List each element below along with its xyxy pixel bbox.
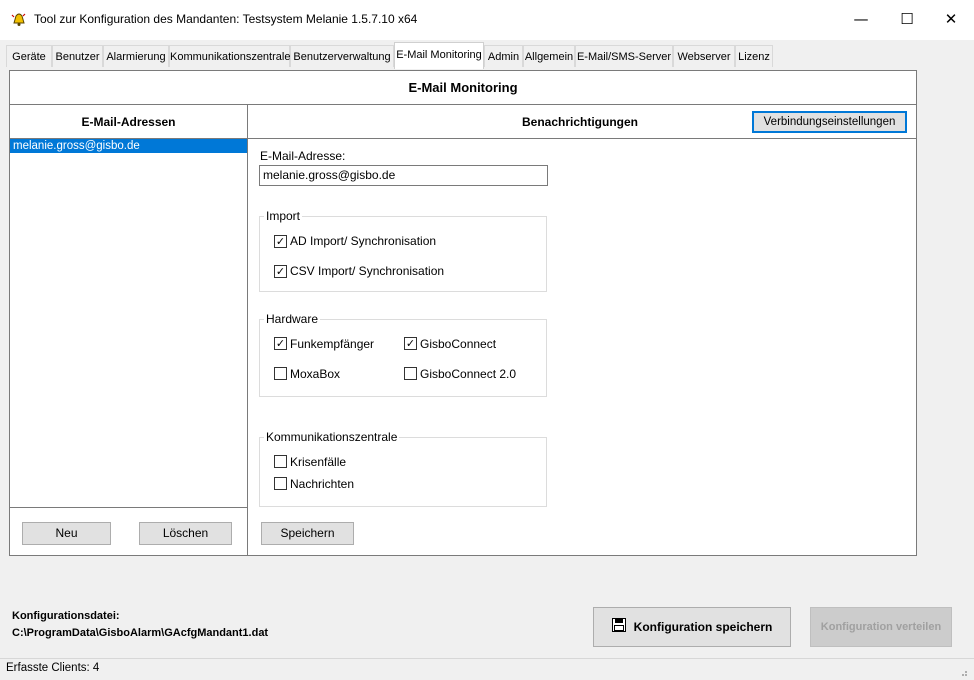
kommunikation-group	[259, 437, 547, 507]
close-button[interactable]: ✕	[928, 4, 974, 36]
window-title: Tool zur Konfiguration des Mandanten: Te…	[34, 12, 418, 26]
gisboconnect-checkbox[interactable]: ✓	[404, 337, 417, 350]
divider	[248, 138, 916, 139]
resize-grip-icon[interactable]	[958, 666, 968, 676]
krisenfaelle-label: Krisenfälle	[290, 455, 347, 469]
tab-email-monitoring[interactable]: E-Mail Monitoring	[394, 42, 484, 69]
ad-import-checkbox[interactable]: ✓	[274, 235, 287, 248]
hardware-group-title: Hardware	[264, 312, 321, 326]
gisboconnect2-label: GisboConnect 2.0	[420, 367, 517, 381]
tab-allgemein[interactable]: Allgemein	[523, 45, 575, 67]
bell-icon	[10, 10, 28, 28]
tab-webserver[interactable]: Webserver	[673, 45, 735, 67]
kommunikation-group-title: Kommunikationszentrale	[264, 430, 400, 444]
distribute-configuration-button[interactable]: Konfiguration verteilen	[810, 607, 952, 647]
funkempfaenger-label: Funkempfänger	[290, 337, 375, 351]
delete-button[interactable]: Löschen	[139, 522, 232, 545]
tab-admin[interactable]: Admin	[484, 45, 523, 67]
funkempfaenger-checkbox[interactable]: ✓	[274, 337, 287, 350]
csv-import-checkbox[interactable]: ✓	[274, 265, 287, 278]
list-item[interactable]: melanie.gross@gisbo.de	[10, 139, 247, 153]
tab-benutzer[interactable]: Benutzer	[52, 45, 103, 67]
status-bar	[0, 658, 974, 680]
connection-settings-button[interactable]: Verbindungseinstellungen	[752, 111, 907, 133]
minimize-button[interactable]: —	[838, 4, 884, 36]
krisenfaelle-checkbox[interactable]	[274, 455, 287, 468]
save-configuration-label: Konfiguration speichern	[633, 620, 773, 634]
save-configuration-button[interactable]: Konfiguration speichern	[593, 607, 791, 647]
divider	[10, 507, 247, 508]
ad-import-label: AD Import/ Synchronisation	[290, 234, 437, 248]
nachrichten-checkbox[interactable]	[274, 477, 287, 490]
save-button[interactable]: Speichern	[261, 522, 354, 545]
notifications-header: Benachrichtigungen	[521, 115, 638, 129]
import-group-title: Import	[264, 209, 303, 223]
tab-strip: Geräte Benutzer Alarmierung Kommunikatio…	[0, 40, 974, 71]
email-address-input[interactable]: melanie.gross@gisbo.de	[259, 165, 548, 186]
tab-lizenz[interactable]: Lizenz	[735, 45, 773, 67]
moxabox-checkbox[interactable]	[274, 367, 287, 380]
tab-kommunikationszentrale[interactable]: Kommunikationszentrale	[169, 45, 290, 67]
panel-title: E-Mail Monitoring	[10, 72, 916, 104]
tab-email-sms-server[interactable]: E-Mail/SMS-Server	[575, 45, 673, 67]
config-file-label: Konfigurationsdatei:	[12, 610, 120, 622]
csv-import-label: CSV Import/ Synchronisation	[290, 264, 445, 278]
tab-alarmierung[interactable]: Alarmierung	[103, 45, 169, 67]
floppy-disk-icon	[611, 609, 626, 647]
maximize-button[interactable]: ☐	[884, 4, 930, 36]
tab-benutzerverwaltung[interactable]: Benutzerverwaltung	[290, 45, 394, 67]
email-address-label: E-Mail-Adresse:	[260, 149, 346, 163]
email-list-header: E-Mail-Adressen	[81, 115, 176, 129]
config-file-path: C:\ProgramData\GisboAlarm\GAcfgMandant1.…	[12, 627, 269, 639]
divider	[247, 105, 248, 556]
tab-geraete[interactable]: Geräte	[6, 45, 52, 67]
gisboconnect-label: GisboConnect	[420, 337, 497, 351]
new-button[interactable]: Neu	[22, 522, 111, 545]
divider	[10, 104, 916, 105]
nachrichten-label: Nachrichten	[290, 477, 355, 491]
hardware-group	[259, 319, 547, 397]
import-group	[259, 216, 547, 292]
status-text: Erfasste Clients: 4	[6, 662, 100, 674]
gisboconnect2-checkbox[interactable]	[404, 367, 417, 380]
moxabox-label: MoxaBox	[290, 367, 341, 381]
